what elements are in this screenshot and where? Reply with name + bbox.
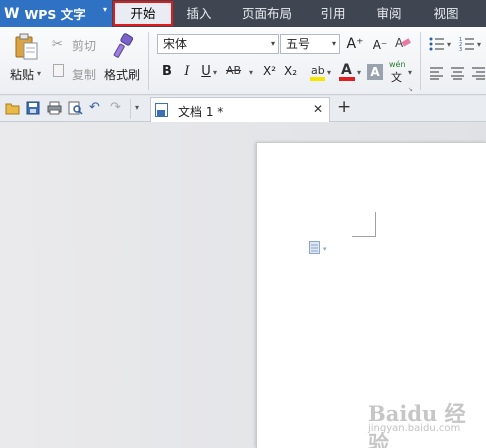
print-icon[interactable] <box>47 101 62 115</box>
tab-label: 页面布局 <box>241 6 292 21</box>
undo-icon[interactable]: ↶ <box>89 100 100 115</box>
margin-corner-mark <box>375 212 376 237</box>
subscript-button[interactable]: X₂ <box>284 64 297 78</box>
font-dialog-launcher-icon[interactable]: ↘ <box>408 86 413 93</box>
chevron-down-icon: ▾ <box>102 5 107 14</box>
open-icon[interactable] <box>5 101 20 115</box>
shrink-font-button[interactable]: A⁻ <box>371 36 389 54</box>
chevron-down-icon: ▾ <box>323 245 327 253</box>
tab-page-layout[interactable]: 页面布局 <box>232 0 302 27</box>
tab-view[interactable]: 视图 <box>425 0 467 27</box>
format-painter-label[interactable]: 格式刷 <box>104 66 140 83</box>
bullet-list-button[interactable] <box>429 36 445 52</box>
ribbon-divider <box>420 32 421 90</box>
cut-label[interactable]: 剪切 <box>72 37 96 54</box>
redo-icon[interactable]: ↷ <box>110 100 121 115</box>
svg-text:ab: ab <box>311 64 325 77</box>
bullet-list-icon <box>429 37 444 51</box>
clear-format-button[interactable]: A <box>394 34 412 52</box>
paste-dropdown-icon[interactable]: ▾ <box>37 69 41 78</box>
paste-options-indicator[interactable]: ▾ <box>309 240 327 254</box>
align-center-button[interactable] <box>451 66 465 80</box>
italic-button[interactable]: I <box>178 63 196 81</box>
font-color-glyph: A <box>341 62 352 78</box>
paste-icon <box>15 33 38 60</box>
svg-text:3: 3 <box>459 47 462 52</box>
new-tab-button[interactable]: + <box>337 97 351 117</box>
chevron-down-icon: ▾ <box>270 39 275 48</box>
align-center-icon <box>451 67 464 80</box>
numbered-list-button[interactable]: 1 2 3 <box>459 36 475 53</box>
wps-logo-icon: W <box>4 5 20 22</box>
tab-label: 引用 <box>320 6 346 21</box>
highlighter-icon: ab <box>310 64 325 81</box>
scissors-icon[interactable]: ✂ <box>52 37 63 52</box>
tab-label: 插入 <box>186 6 212 21</box>
ribbon-divider <box>148 32 149 90</box>
bold-button[interactable]: B <box>158 63 176 81</box>
highlight-button[interactable]: ab <box>309 62 327 82</box>
chevron-down-icon: ▾ <box>331 39 336 48</box>
phonetic-bottom: 文 <box>391 71 402 84</box>
margin-corner-mark <box>352 236 376 237</box>
close-icon[interactable]: ✕ <box>313 102 323 116</box>
tab-review[interactable]: 审阅 <box>368 0 410 27</box>
save-icon[interactable] <box>26 101 40 115</box>
strike-dropdown-icon[interactable]: ▾ <box>249 68 253 77</box>
toolbar-divider <box>130 99 131 119</box>
tab-references[interactable]: 引用 <box>312 0 354 27</box>
character-shading-button[interactable]: A <box>367 64 383 80</box>
grow-font-button[interactable]: A⁺ <box>346 35 364 53</box>
align-right-icon <box>472 67 485 80</box>
watermark-url: jingyan.baidu.com <box>368 423 461 434</box>
tab-home[interactable]: 开始 <box>113 1 173 26</box>
font-color-button[interactable]: A <box>338 62 356 82</box>
document-icon <box>155 103 168 117</box>
wps-app-menu-button[interactable]: W WPS 文字 ▾ <box>0 0 112 27</box>
tab-label: 审阅 <box>376 6 402 21</box>
align-left-button[interactable] <box>430 66 444 80</box>
font-color-bar <box>339 77 355 81</box>
tab-insert[interactable]: 插入 <box>178 0 220 27</box>
format-painter-button[interactable] <box>111 33 137 61</box>
brush-icon <box>113 33 134 58</box>
customize-toolbar-icon[interactable]: ▾ <box>135 103 139 112</box>
app-menu-label: WPS 文字 <box>24 7 86 22</box>
phonetic-guide-button[interactable]: wén 文 <box>388 60 410 84</box>
superscript-button[interactable]: X² <box>263 64 276 78</box>
underline-dropdown-icon[interactable]: ▾ <box>213 68 217 77</box>
document-tab[interactable]: 文档 1 * ✕ <box>150 97 330 122</box>
font-family-select[interactable]: 宋体 ▾ <box>157 34 279 54</box>
highlight-dropdown-icon[interactable]: ▾ <box>327 68 331 77</box>
font-size-select[interactable]: 五号 ▾ <box>280 34 340 54</box>
strikethrough-button[interactable]: AB <box>226 64 250 82</box>
eraser-icon: A <box>395 36 411 50</box>
align-right-button[interactable] <box>472 66 486 80</box>
copy-icon[interactable] <box>53 64 64 77</box>
paste-label[interactable]: 粘贴 <box>10 66 34 83</box>
bullet-dropdown-icon[interactable]: ▾ <box>447 40 451 49</box>
font-size-value: 五号 <box>286 37 311 51</box>
font-color-dropdown-icon[interactable]: ▾ <box>357 68 361 77</box>
paste-options-icon <box>309 241 320 254</box>
print-preview-icon[interactable] <box>68 101 83 115</box>
phonetic-top: wén <box>389 60 406 69</box>
numbered-dropdown-icon[interactable]: ▾ <box>477 40 481 49</box>
numbered-list-icon: 1 2 3 <box>459 37 474 53</box>
phonetic-dropdown-icon[interactable]: ▾ <box>408 68 412 77</box>
tab-label: 视图 <box>433 6 459 21</box>
font-family-value: 宋体 <box>163 37 188 51</box>
tab-label: 开始 <box>130 6 156 21</box>
copy-label[interactable]: 复制 <box>72 66 96 83</box>
paste-button[interactable] <box>14 33 40 61</box>
document-tab-label: 文档 1 * <box>178 105 224 119</box>
align-left-icon <box>430 67 443 80</box>
